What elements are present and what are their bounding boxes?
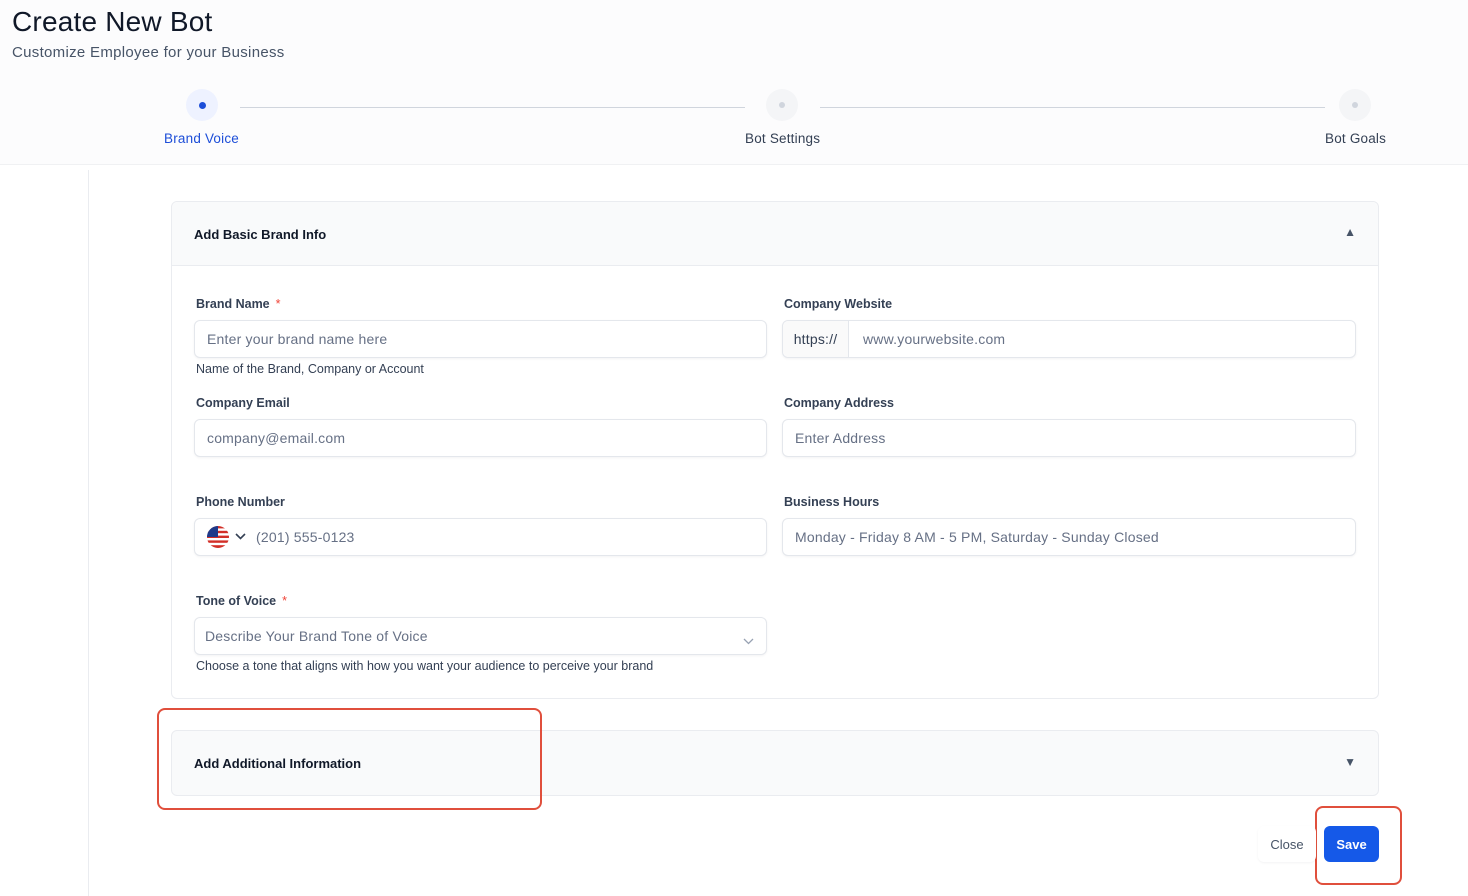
company-address-label: Company Address bbox=[784, 396, 894, 410]
step-label-brand-voice[interactable]: Brand Voice bbox=[164, 131, 239, 146]
tone-of-voice-label-text: Tone of Voice bbox=[196, 594, 277, 608]
company-website-placeholder: www.yourwebsite.com bbox=[863, 331, 1006, 347]
tone-of-voice-placeholder: Describe Your Brand Tone of Voice bbox=[205, 628, 428, 644]
phone-number-label: Phone Number bbox=[196, 495, 285, 509]
step-label-bot-settings[interactable]: Bot Settings bbox=[745, 131, 820, 146]
brand-name-input[interactable]: Enter your brand name here bbox=[194, 320, 767, 358]
chevron-down-icon bbox=[743, 632, 754, 648]
brand-name-help: Name of the Brand, Company or Account bbox=[196, 362, 424, 376]
company-email-input[interactable]: company@email.com bbox=[194, 419, 767, 457]
expand-caret-icon[interactable]: ▼ bbox=[1344, 755, 1356, 769]
step-indicator-bot-goals[interactable] bbox=[1339, 89, 1371, 121]
close-button[interactable]: Close bbox=[1258, 826, 1316, 862]
save-button[interactable]: Save bbox=[1324, 826, 1379, 862]
phone-number-input[interactable]: (201) 555-0123 bbox=[194, 518, 767, 556]
phone-number-placeholder: (201) 555-0123 bbox=[256, 529, 355, 545]
step-indicator-bot-settings[interactable] bbox=[766, 89, 798, 121]
chevron-down-icon[interactable] bbox=[235, 532, 246, 543]
basic-brand-info-header[interactable]: Add Basic Brand Info ▲ bbox=[172, 202, 1378, 266]
business-hours-input[interactable]: Monday - Friday 8 AM - 5 PM, Saturday - … bbox=[782, 518, 1356, 556]
page-subtitle: Customize Employee for your Business bbox=[12, 44, 285, 61]
annotation-highlight-additional-info bbox=[157, 708, 542, 810]
url-prefix: https:// bbox=[783, 321, 849, 357]
company-email-placeholder: company@email.com bbox=[207, 430, 346, 446]
step-indicator-brand-voice[interactable] bbox=[186, 89, 218, 121]
page-title: Create New Bot bbox=[12, 6, 213, 37]
step-connector bbox=[240, 107, 745, 108]
business-hours-label: Business Hours bbox=[784, 495, 880, 509]
business-hours-placeholder: Monday - Friday 8 AM - 5 PM, Saturday - … bbox=[795, 529, 1159, 545]
brand-name-placeholder: Enter your brand name here bbox=[207, 331, 388, 347]
collapse-caret-icon[interactable]: ▲ bbox=[1344, 225, 1356, 239]
step-label-bot-goals[interactable]: Bot Goals bbox=[1325, 131, 1386, 146]
required-asterisk: * bbox=[282, 594, 287, 608]
page-header: Create New Bot Customize Employee for yo… bbox=[0, 0, 1468, 165]
step-connector bbox=[820, 107, 1325, 108]
company-address-placeholder: Enter Address bbox=[795, 430, 886, 446]
tone-of-voice-help: Choose a tone that aligns with how you w… bbox=[196, 659, 654, 673]
company-address-input[interactable]: Enter Address bbox=[782, 419, 1356, 457]
us-flag-icon[interactable] bbox=[207, 526, 229, 548]
section-title: Add Basic Brand Info bbox=[194, 227, 327, 242]
company-email-label: Company Email bbox=[196, 396, 290, 410]
tone-of-voice-select[interactable]: Describe Your Brand Tone of Voice bbox=[194, 617, 767, 655]
tone-of-voice-label: Tone of Voice * bbox=[196, 594, 287, 608]
required-asterisk: * bbox=[275, 297, 281, 311]
brand-name-label-text: Brand Name bbox=[196, 297, 270, 311]
brand-name-label: Brand Name * bbox=[196, 297, 281, 311]
company-website-input[interactable]: https:// www.yourwebsite.com bbox=[782, 320, 1356, 358]
company-website-label: Company Website bbox=[784, 297, 893, 311]
